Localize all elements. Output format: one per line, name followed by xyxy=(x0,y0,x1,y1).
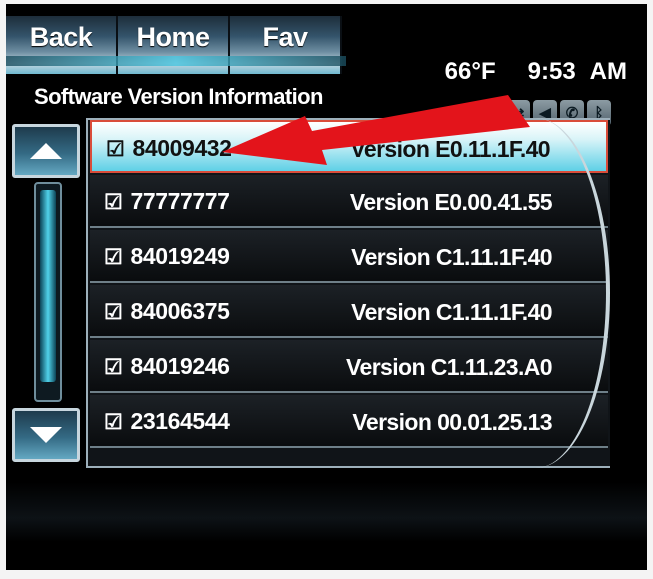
checkbox-icon: ☑ xyxy=(104,191,123,214)
scrollbar-thumb[interactable] xyxy=(40,190,56,382)
part-number: ☑ 84019246 xyxy=(104,353,230,379)
clock-time: 9:53 xyxy=(527,58,576,85)
part-number: ☑ 77777777 xyxy=(104,188,230,214)
page-title: Software Version Information xyxy=(34,84,323,109)
checkbox-icon: ☑ xyxy=(106,138,125,161)
checkbox-icon: ☑ xyxy=(104,246,123,269)
temperature-readout: 66°F xyxy=(444,58,496,85)
part-number: ☑ 23164544 xyxy=(104,408,230,434)
scroll-down-button[interactable] xyxy=(12,408,80,462)
clock-ampm: AM xyxy=(589,58,627,85)
scrollbar-track[interactable] xyxy=(34,182,62,402)
checkbox-icon: ☑ xyxy=(104,411,123,434)
part-number: ☑ 84019249 xyxy=(104,243,230,269)
arrow-up-icon xyxy=(30,143,62,159)
checkbox-icon: ☑ xyxy=(104,301,123,324)
checkbox-icon: ☑ xyxy=(104,356,123,379)
screen-bottom-bezel xyxy=(6,482,647,542)
arrow-down-icon xyxy=(30,427,62,443)
part-number: ☑ 84006375 xyxy=(104,298,230,324)
part-number: ☑ 84009432 xyxy=(106,135,232,161)
screen: Back Home Fav Software Version Informati… xyxy=(6,4,647,570)
status-bar: 66°F 9:53 AM xyxy=(413,58,627,86)
scroll-up-button[interactable] xyxy=(12,124,80,178)
nav-glow-bar xyxy=(6,56,346,66)
